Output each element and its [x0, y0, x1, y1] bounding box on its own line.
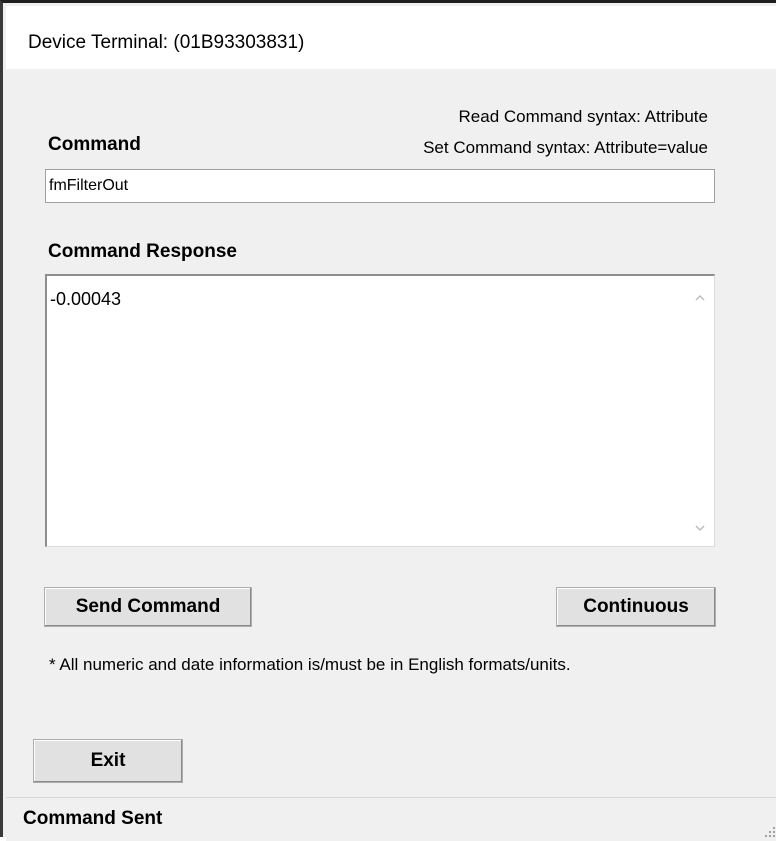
chevron-up-icon[interactable]: [694, 292, 706, 304]
command-response-label: Command Response: [48, 241, 237, 262]
chevron-down-icon[interactable]: [694, 522, 706, 534]
window-title: Device Terminal: (01B93303831): [28, 32, 305, 53]
set-syntax-hint: Set Command syntax: Attribute=value: [423, 138, 708, 157]
status-text: Command Sent: [23, 808, 163, 829]
device-terminal-window: Device Terminal: (01B93303831) Read Comm…: [0, 0, 776, 841]
title-bar[interactable]: Device Terminal: (01B93303831): [6, 6, 776, 69]
command-input[interactable]: [45, 169, 715, 203]
status-bar: Command Sent: [6, 797, 776, 841]
response-scrollbar[interactable]: [686, 276, 714, 546]
continuous-button[interactable]: Continuous: [556, 587, 716, 627]
command-response-text: -0.00043: [50, 289, 122, 309]
command-label: Command: [48, 134, 141, 155]
command-response-textarea[interactable]: -0.00043: [45, 274, 715, 547]
exit-button[interactable]: Exit: [33, 739, 183, 783]
resize-grip-icon[interactable]: [761, 823, 775, 837]
read-syntax-hint: Read Command syntax: Attribute: [458, 107, 708, 126]
format-note: * All numeric and date information is/mu…: [49, 655, 571, 674]
send-command-button[interactable]: Send Command: [44, 587, 252, 627]
